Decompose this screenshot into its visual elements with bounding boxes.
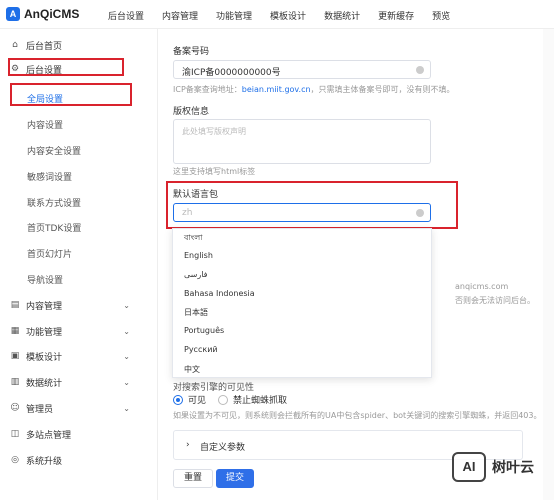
copyright-placeholder: 此处填写版权声明: [182, 127, 246, 136]
language-option-ja[interactable]: 日本語: [184, 307, 208, 318]
sidebar-item-label: 模板设计: [26, 352, 63, 363]
icp-help-link[interactable]: beian.miit.gov.cn: [242, 85, 311, 94]
sidebar-subitem-content[interactable]: 内容设置: [27, 118, 63, 131]
submit-button[interactable]: 提交: [216, 469, 254, 488]
sidebar-subitem-content-security[interactable]: 内容安全设置: [27, 144, 81, 157]
icp-value: 渝ICP备0000000000号: [182, 68, 281, 78]
sidebar-item-features[interactable]: ▦ 功能管理 ⌄: [0, 320, 158, 342]
copyright-textarea[interactable]: 此处填写版权声明: [173, 119, 431, 164]
spider-radio-group: 可见 禁止蜘蛛抓取: [173, 393, 287, 406]
icp-input[interactable]: 渝ICP备0000000000号: [173, 60, 431, 79]
language-option-id[interactable]: Bahasa Indonesia: [184, 289, 255, 298]
upgrade-icon: ◎: [11, 455, 19, 465]
reset-button[interactable]: 重置: [173, 469, 213, 488]
grid-icon: ▦: [10, 326, 20, 336]
sidebar-subitem-tdk[interactable]: 首页TDK设置: [27, 221, 81, 234]
logo-icon: A: [6, 7, 20, 21]
topnav-item-preview[interactable]: 预览: [432, 9, 450, 22]
language-option-pt[interactable]: Português: [184, 326, 224, 335]
sidebar-item-admins[interactable]: ☺ 管理员 ⌄: [0, 397, 158, 419]
copyright-help: 这里支持填写html标签: [173, 167, 256, 176]
sidebar-subitem-slides[interactable]: 首页幻灯片: [27, 247, 72, 260]
topnav-item-features[interactable]: 功能管理: [216, 9, 252, 22]
language-option-ru[interactable]: Русский: [184, 345, 218, 354]
home-icon: ⌂: [12, 40, 18, 50]
sidebar-item-stats[interactable]: ▥ 数据统计 ⌄: [0, 371, 158, 393]
language-value: zh: [182, 208, 193, 218]
watermark-text: 树叶云: [492, 460, 534, 476]
sidebar-item-label: 内容管理: [26, 301, 63, 312]
language-label: 默认语言包: [173, 190, 219, 200]
sidebar-subitem-sensitive-words[interactable]: 敏感词设置: [27, 170, 72, 183]
sidebar-item-label: 功能管理: [26, 327, 63, 338]
chevron-down-icon: ⌄: [123, 326, 130, 336]
sidebar-subitem-nav[interactable]: 导航设置: [27, 273, 63, 286]
topnav-item-settings[interactable]: 后台设置: [108, 9, 144, 22]
radio-block-label[interactable]: 禁止蜘蛛抓取: [233, 393, 287, 406]
custom-params-title: 自定义参数: [200, 443, 246, 453]
radio-visible-label[interactable]: 可见: [188, 393, 206, 406]
clear-icon[interactable]: [416, 66, 424, 74]
topnav-item-content[interactable]: 内容管理: [162, 9, 198, 22]
icp-help-suffix: ，只需填主体备案号即可，没有则不填。: [310, 85, 455, 94]
topnav-item-templates[interactable]: 模板设计: [270, 9, 306, 22]
icp-help: ICP备案查询地址：beian.miit.gov.cn，只需填主体备案号即可，没…: [173, 84, 455, 95]
sidebar-item-label: 数据统计: [26, 378, 63, 389]
app-logo[interactable]: A AnQiCMS: [6, 7, 79, 21]
icp-label: 备案号码: [173, 47, 210, 57]
sidebar-subitem-contact[interactable]: 联系方式设置: [27, 196, 81, 209]
bg-domain-text: anqicms.com: [455, 282, 509, 291]
sidebar-item-upgrade[interactable]: ◎ 系统升级: [0, 449, 158, 471]
user-icon: ☺: [10, 403, 20, 413]
sidebar-item-content[interactable]: ▤ 内容管理 ⌄: [0, 294, 158, 316]
language-option-zh[interactable]: 中文: [184, 364, 200, 375]
sidebar-item-label: 多站点管理: [26, 430, 72, 441]
language-select[interactable]: zh: [173, 203, 431, 222]
radio-block[interactable]: [218, 394, 229, 405]
copyright-label: 版权信息: [173, 107, 210, 117]
icp-help-prefix: ICP备案查询地址：: [173, 85, 242, 94]
chevron-right-icon: ›: [186, 440, 190, 450]
language-option-bn[interactable]: বাংলা: [184, 232, 203, 245]
top-bar: A AnQiCMS 后台设置 内容管理 功能管理 模板设计 数据统计 更新缓存 …: [0, 0, 554, 29]
language-dropdown: বাংলা English فارسی Bahasa Indonesia 日本語…: [172, 228, 432, 378]
spider-help: 如果设置为不可见，则系统则会拦截所有的UA中包含spider、bot关键词的搜索…: [173, 411, 542, 420]
template-icon: ▣: [10, 351, 20, 361]
topnav-item-stats[interactable]: 数据统计: [324, 9, 360, 22]
highlight-box-settings: [8, 58, 124, 76]
bg-help-text: 否则会无法访问后台。: [455, 296, 535, 305]
language-option-fa[interactable]: فارسی: [184, 270, 208, 279]
sites-icon: ◫: [10, 429, 20, 439]
spider-label: 对搜索引擎的可见性: [173, 383, 255, 393]
clear-icon[interactable]: [416, 209, 424, 217]
sidebar-item-dashboard[interactable]: ⌂ 后台首页: [0, 34, 158, 56]
chevron-down-icon: ⌄: [123, 300, 130, 310]
sidebar-item-templates[interactable]: ▣ 模板设计 ⌄: [0, 345, 158, 367]
sidebar-item-multisite[interactable]: ◫ 多站点管理: [0, 423, 158, 445]
watermark: AI 树叶云: [452, 452, 534, 482]
chevron-down-icon: ⌄: [123, 351, 130, 361]
sidebar-item-label: 系统升级: [26, 456, 63, 467]
scrollbar-track[interactable]: [543, 29, 554, 500]
sidebar-item-label: 管理员: [26, 404, 54, 415]
chevron-down-icon: ⌄: [123, 377, 130, 387]
radio-visible[interactable]: [173, 394, 183, 405]
watermark-badge: AI: [452, 452, 486, 482]
language-option-en[interactable]: English: [184, 251, 213, 260]
chevron-down-icon: ⌄: [123, 403, 130, 413]
document-icon: ▤: [10, 300, 20, 310]
sidebar-subitem-global[interactable]: 全局设置: [27, 92, 63, 105]
app-name: AnQiCMS: [24, 7, 80, 21]
top-nav: 后台设置 内容管理 功能管理 模板设计 数据统计 更新缓存 预览: [108, 9, 468, 22]
topnav-item-cache[interactable]: 更新缓存: [378, 9, 414, 22]
sidebar-item-label: 后台首页: [26, 41, 63, 52]
chart-icon: ▥: [10, 377, 20, 387]
